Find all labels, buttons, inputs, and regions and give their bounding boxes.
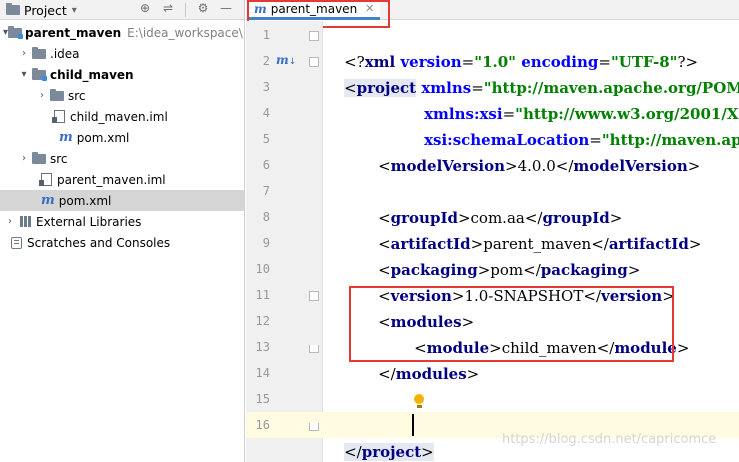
- watermark: https://blog.csdn.net/capricomce: [502, 432, 717, 447]
- fold-end-icon[interactable]: [309, 345, 319, 353]
- code-line-11: <modules>: [378, 313, 475, 331]
- tree-item-external-libraries[interactable]: › External Libraries: [0, 211, 244, 232]
- hide-panel-icon[interactable]: —: [218, 0, 234, 16]
- line-number: 13: [255, 340, 270, 354]
- chevron-right-icon[interactable]: ›: [35, 89, 49, 103]
- editor-tab-bar: m parent_maven ✕: [246, 0, 739, 20]
- gear-icon[interactable]: ⚙: [195, 0, 211, 16]
- chevron-right-icon[interactable]: ›: [17, 47, 31, 61]
- module-folder-icon: [8, 25, 24, 40]
- project-panel: Project ▾ ⊕ ⇌ ⚙ — ▾ parent_maven E:\idea…: [0, 0, 245, 462]
- tree-item-label: src: [68, 88, 86, 103]
- code-line-2: <project xmlns="http://maven.apache.org/…: [344, 79, 739, 97]
- line-number: 1: [262, 28, 270, 42]
- tree-item-parent-pom[interactable]: m pom.xml: [0, 190, 244, 211]
- line-number: 10: [255, 262, 270, 276]
- chevron-right-icon[interactable]: ›: [17, 152, 31, 166]
- folder-icon: [49, 88, 65, 103]
- project-panel-header: Project ▾ ⊕ ⇌ ⚙ —: [0, 0, 244, 20]
- iml-file-icon: [38, 173, 54, 187]
- fold-marker-icon[interactable]: [309, 31, 319, 41]
- chevron-down-icon: ▾: [71, 4, 77, 16]
- maven-file-icon: m: [41, 193, 55, 208]
- folder-icon: [31, 46, 47, 61]
- project-folder-icon: [5, 3, 21, 17]
- tree-item-parent-iml[interactable]: parent_maven.iml: [0, 169, 244, 190]
- code-editor[interactable]: <?xml version="1.0" encoding="UTF-8"?> <…: [323, 21, 739, 462]
- module-folder-icon: [31, 67, 47, 82]
- line-number: 6: [262, 158, 270, 172]
- line-number: 3: [262, 80, 270, 94]
- tree-item-label: pom.xml: [58, 193, 112, 208]
- tree-item-idea[interactable]: › .idea: [0, 43, 244, 64]
- code-line-13: </modules>: [378, 365, 480, 383]
- line-number: 4: [262, 106, 270, 120]
- tree-item-label: src: [50, 151, 68, 166]
- line-number: 8: [262, 210, 270, 224]
- line-number: 9: [262, 236, 270, 250]
- scratches-icon: [8, 236, 24, 250]
- line-number: 12: [255, 314, 270, 328]
- code-line-4: xsi:schemaLocation="http://maven.apache: [424, 131, 739, 149]
- line-number: 15: [255, 392, 270, 406]
- close-icon[interactable]: ✕: [365, 2, 374, 15]
- line-number: 16: [255, 418, 270, 432]
- tree-item-label: child_maven.iml: [70, 109, 168, 124]
- code-line-12: <module>child_maven</module>: [414, 339, 690, 357]
- tree-item-label: pom.xml: [76, 130, 130, 145]
- code-line-1: <?xml version="1.0" encoding="UTF-8"?>: [344, 53, 699, 71]
- tree-item-label: .idea: [50, 46, 80, 61]
- chevron-right-icon[interactable]: ›: [3, 215, 17, 229]
- text-caret: [412, 414, 414, 436]
- line-number: 7: [262, 184, 270, 198]
- project-view-selector[interactable]: Project ▾: [5, 0, 77, 20]
- tree-item-parent-src[interactable]: › src: [0, 148, 244, 169]
- maven-file-icon: m: [254, 1, 267, 16]
- tree-item-child-maven[interactable]: ▾ child_maven: [0, 64, 244, 85]
- tree-item-label: child_maven: [50, 67, 134, 82]
- line-number: 11: [255, 288, 270, 302]
- chevron-down-icon[interactable]: ▾: [17, 68, 31, 82]
- locate-target-icon[interactable]: ⊕: [137, 0, 153, 16]
- code-line-9: <packaging>pom</packaging>: [378, 261, 641, 279]
- maven-gutter-icon[interactable]: m↓: [276, 53, 296, 67]
- code-line-3: xmlns:xsi="http://www.w3.org/2001/XMLSc: [424, 105, 739, 123]
- tree-item-child-iml[interactable]: child_maven.iml: [0, 106, 244, 127]
- line-number: 5: [262, 132, 270, 146]
- libraries-icon: [17, 215, 33, 229]
- project-panel-title: Project: [24, 2, 67, 18]
- code-line-5: <modelVersion>4.0.0</modelVersion>: [378, 157, 701, 175]
- line-number: 14: [255, 366, 270, 380]
- tree-item-child-src[interactable]: › src: [0, 85, 244, 106]
- code-line-16: </project>: [344, 443, 434, 461]
- line-number: 2: [262, 54, 270, 68]
- iml-file-icon: [51, 110, 67, 124]
- collapse-all-icon[interactable]: ⇌: [160, 0, 176, 16]
- lightbulb-icon[interactable]: [413, 394, 425, 410]
- fold-end-icon[interactable]: [309, 423, 319, 431]
- tab-label: parent_maven: [270, 1, 358, 16]
- code-line-7: <groupId>com.aa</groupId>: [378, 209, 623, 227]
- tree-item-label: Scratches and Consoles: [27, 235, 171, 250]
- fold-marker-icon[interactable]: [309, 291, 319, 301]
- fold-marker-icon[interactable]: [309, 57, 319, 67]
- folder-icon: [31, 151, 47, 166]
- tree-item-parent-maven[interactable]: ▾ parent_maven E:\idea_workspace\p: [0, 22, 245, 43]
- code-line-10: <version>1.0-SNAPSHOT</version>: [378, 287, 675, 305]
- tree-item-label: External Libraries: [36, 214, 142, 229]
- tab-parent-maven[interactable]: m parent_maven ✕: [248, 0, 381, 20]
- tree-item-label: parent_maven.iml: [57, 172, 166, 187]
- tree-item-child-pom[interactable]: m pom.xml: [0, 127, 244, 148]
- tree-item-path: E:\idea_workspace\p: [127, 25, 245, 40]
- maven-file-icon: m: [59, 130, 73, 145]
- tree-item-scratches[interactable]: Scratches and Consoles: [0, 232, 244, 253]
- code-line-8: <artifactId>parent_maven</artifactId>: [378, 235, 702, 253]
- tree-item-label: parent_maven: [25, 25, 122, 40]
